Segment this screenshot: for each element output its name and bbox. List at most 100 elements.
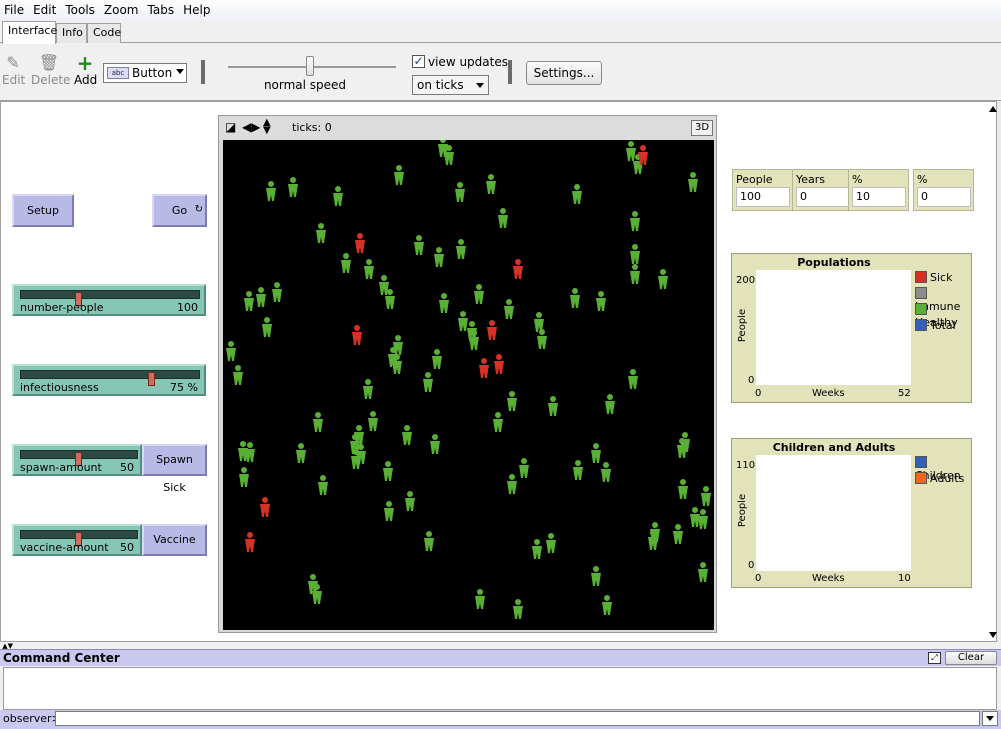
person-head xyxy=(477,589,483,595)
spawn-amount-slider[interactable]: spawn-amount 50 xyxy=(12,444,142,476)
person-head xyxy=(575,460,581,466)
ticks-counter: ticks: 0 xyxy=(292,121,332,134)
slider-track[interactable] xyxy=(20,290,200,306)
command-output[interactable] xyxy=(3,667,997,710)
horizontal-resize-icon[interactable]: ◀▶ xyxy=(242,120,260,134)
person-body xyxy=(384,508,394,521)
person-body xyxy=(352,332,362,345)
healthy-person-25 xyxy=(272,282,282,302)
slider-name: vaccine-amount xyxy=(20,541,109,554)
menu-edit[interactable]: Edit xyxy=(29,3,61,17)
slider-name: spawn-amount xyxy=(20,461,102,474)
tab-info[interactable]: Info xyxy=(56,23,87,43)
healthy-person-6 xyxy=(288,177,298,197)
edit-button[interactable]: ✎ Edit xyxy=(2,53,25,87)
person-body xyxy=(368,418,378,431)
slider-track[interactable] xyxy=(20,530,138,546)
person-head xyxy=(457,182,463,188)
view-updates-checkbox[interactable]: ✓ xyxy=(412,55,425,68)
healthy-person-12 xyxy=(498,208,508,228)
world-view: ◪ ◀▶ ▲ ▼ ticks: 0 3D xyxy=(218,115,717,633)
person-body xyxy=(596,298,606,311)
person-head xyxy=(700,509,706,515)
slider-thumb[interactable] xyxy=(148,372,155,386)
person-body xyxy=(532,546,542,559)
person-head xyxy=(682,432,688,438)
command-input[interactable] xyxy=(55,711,980,726)
setup-button[interactable]: Setup xyxy=(12,194,74,227)
healthy-person-52 xyxy=(313,412,323,432)
healthy-person-57 xyxy=(402,425,412,445)
person-head xyxy=(675,524,681,530)
person-head xyxy=(628,141,634,147)
monitor-value: 0 xyxy=(796,187,850,207)
vaccine-button[interactable]: Vaccine xyxy=(142,524,207,556)
slider-track[interactable] xyxy=(20,450,138,466)
go-button[interactable]: Go ↻ xyxy=(152,194,207,227)
chevron-down-icon xyxy=(986,716,994,721)
scroll-up-icon[interactable] xyxy=(989,106,997,112)
person-head xyxy=(386,501,392,507)
healthy-person-85 xyxy=(513,599,523,619)
person-body xyxy=(392,361,402,374)
person-body xyxy=(698,516,708,529)
legend-swatch xyxy=(915,303,927,315)
menu-file[interactable]: File xyxy=(0,3,29,17)
healthy-person-2 xyxy=(626,141,636,161)
menu-help[interactable]: Help xyxy=(179,3,215,17)
vaccine-amount-slider[interactable]: vaccine-amount 50 xyxy=(12,524,142,556)
world-canvas[interactable] xyxy=(223,140,714,630)
observer-prompt[interactable]: observer> xyxy=(3,712,61,725)
person-body xyxy=(318,482,328,495)
clear-button[interactable]: Clear xyxy=(945,651,997,665)
person-head xyxy=(440,140,446,143)
widget-type-select[interactable]: abc Button xyxy=(103,63,187,83)
sick-person-5 xyxy=(494,354,504,374)
person-head xyxy=(240,441,246,447)
person-body xyxy=(469,337,479,350)
healthy-person-36 xyxy=(226,341,236,361)
slider-track[interactable] xyxy=(20,370,200,386)
scroll-down-icon[interactable] xyxy=(989,632,997,638)
settings-button[interactable]: Settings... xyxy=(526,61,602,85)
tab-interface[interactable]: Interface xyxy=(2,21,57,44)
tab-code[interactable]: Code xyxy=(87,23,121,43)
person-body xyxy=(351,456,361,469)
menu-zoom[interactable]: Zoom xyxy=(100,3,144,17)
healthy-person-51 xyxy=(296,443,306,463)
spawn-sick-button[interactable]: Spawn Sick xyxy=(142,444,207,494)
healthy-person-10 xyxy=(486,174,496,194)
expand-icon[interactable]: ⤢ xyxy=(928,652,941,664)
healthy-person-76 xyxy=(424,531,434,551)
vertical-resize-icon[interactable]: ▲ ▼ xyxy=(263,118,271,136)
healthy-person-26 xyxy=(262,317,272,337)
person-body xyxy=(626,148,636,161)
menu-tabs[interactable]: Tabs xyxy=(144,3,180,17)
update-mode-select[interactable]: on ticks xyxy=(412,75,489,95)
infectiousness-slider[interactable]: infectiousness 75 % xyxy=(12,364,206,396)
person-body xyxy=(605,401,615,414)
person-body xyxy=(498,215,508,228)
person-head xyxy=(690,172,696,178)
number-people-slider[interactable]: number-people 100 xyxy=(12,284,206,316)
view-size-icon[interactable]: ◪ xyxy=(225,120,236,134)
legend-label: Adults xyxy=(930,472,965,485)
speed-slider-thumb[interactable] xyxy=(306,56,314,76)
healthy-person-68 xyxy=(678,479,688,499)
tab-bar: Interface Info Code xyxy=(0,20,1001,44)
toolbar-separator xyxy=(201,60,205,84)
three-d-button[interactable]: 3D xyxy=(691,120,713,136)
delete-button[interactable]: 🗑 Delete xyxy=(31,53,70,87)
toolbar-separator xyxy=(508,60,512,84)
menu-tools[interactable]: Tools xyxy=(61,3,100,17)
person-head xyxy=(660,269,666,275)
vertical-scrollbar[interactable] xyxy=(997,101,1001,642)
monitor-label: People xyxy=(736,173,773,186)
healthy-person-14 xyxy=(316,223,326,243)
history-dropdown[interactable] xyxy=(982,711,998,726)
person-head xyxy=(574,184,580,190)
menu-bar: File Edit Tools Zoom Tabs Help xyxy=(0,0,1001,20)
person-body xyxy=(245,449,255,462)
person-body xyxy=(486,181,496,194)
add-button[interactable]: + Add xyxy=(74,53,97,87)
